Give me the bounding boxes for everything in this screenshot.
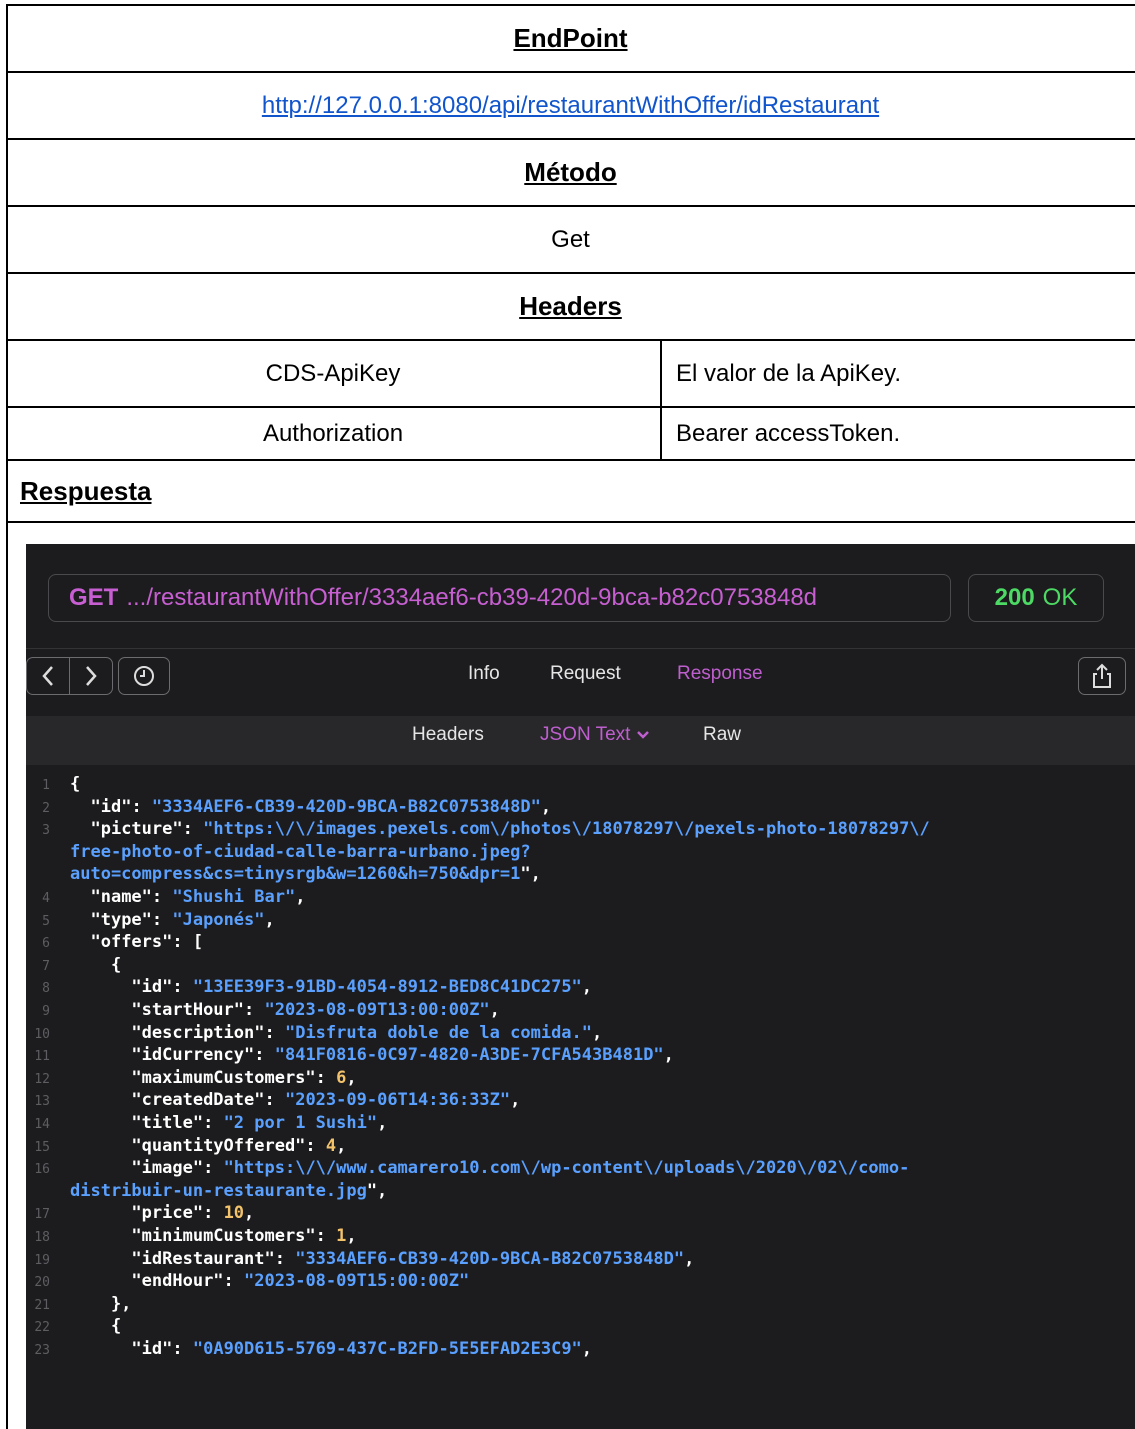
code-text: "id": "0A90D615-5769-437C-B2FD-5E5EFAD2E… (131, 1339, 593, 1359)
method-header: Método (524, 157, 617, 187)
code-text: "title": "2 por 1 Sushi", (131, 1113, 388, 1133)
chevron-left-icon (42, 666, 53, 686)
chevron-down-icon (636, 731, 649, 739)
line-number: 1 (42, 778, 50, 793)
response-screenshot: GET .../restaurantWithOffer/3334aef6-cb3… (26, 544, 1135, 1429)
back-button[interactable] (26, 657, 70, 695)
header-name-cell: CDS-ApiKey (265, 359, 401, 387)
subtab-headers[interactable]: Headers (412, 724, 484, 746)
code-text: "price": 10, (131, 1203, 255, 1224)
line-number: 22 (34, 1320, 50, 1336)
response-header: Respuesta (20, 475, 152, 506)
line-number: 2 (42, 800, 50, 816)
code-text: "offers": [ (90, 932, 204, 953)
table-border (6, 521, 1135, 523)
code-text: "idRestaurant": "3334AEF6-CB39-420D-9BCA… (131, 1248, 695, 1269)
code-text: "type": "Japonés", (90, 909, 275, 930)
line-number: 5 (42, 913, 50, 929)
code-text: "endHour": "2023-08-09T15:00:00Z" (131, 1271, 470, 1292)
code-text: "startHour": "2023-08-09T13:00:00Z", (131, 1000, 500, 1020)
code-text: "picture": "https:\/\/images.pexels.com\… (90, 819, 930, 840)
tab-info[interactable]: Info (468, 663, 500, 685)
tab-request[interactable]: Request (550, 663, 621, 685)
share-button[interactable] (1078, 657, 1126, 695)
forward-button[interactable] (69, 657, 113, 695)
line-number: 14 (34, 1117, 50, 1132)
code-text: distribuir-un-restaurante.jpg", (70, 1180, 388, 1201)
status-code: 200 (994, 584, 1035, 611)
clock-icon (134, 666, 154, 686)
line-number: 16 (34, 1162, 50, 1178)
url-bar[interactable]: GET .../restaurantWithOffer/3334aef6-cb3… (48, 574, 951, 622)
subtab-json-text-label: JSON Text (540, 724, 631, 745)
code-text: "name": "Shushi Bar", (90, 887, 306, 907)
line-number: 3 (42, 823, 50, 839)
code-text: "id": "13EE39F3-91BD-4054-8912-BED8C41DC… (131, 977, 593, 998)
code-text: "idCurrency": "841F0816-0C97-4820-A3DE-7… (131, 1045, 674, 1066)
headers-header: Headers (519, 291, 622, 321)
line-number: 10 (34, 1026, 50, 1042)
status-text: OK (1042, 584, 1078, 611)
history-button[interactable] (118, 657, 170, 695)
line-number: 15 (34, 1139, 50, 1155)
endpoint-url-link[interactable]: http://127.0.0.1:8080/api/restaurantWith… (262, 92, 879, 120)
code-text: "id": "3334AEF6-CB39-420D-9BCA-B82C07538… (90, 796, 552, 817)
line-number: 7 (42, 958, 50, 974)
line-number: 17 (34, 1207, 50, 1223)
header-value-cell: El valor de la ApiKey. (676, 359, 902, 387)
line-number: 12 (34, 1071, 50, 1087)
line-number: 4 (42, 891, 50, 906)
code-text: "description": "Disfruta doble de la com… (131, 1022, 603, 1043)
status-badge: 200 OK (968, 574, 1104, 622)
line-number: 11 (34, 1049, 50, 1065)
code-text: auto=compress&cs=tinysrgb&w=1260&h=750&d… (70, 864, 541, 885)
line-number: 23 (34, 1343, 50, 1358)
code-text: "minimumCustomers": 1, (131, 1226, 357, 1246)
line-number: 18 (34, 1230, 50, 1245)
subtab-raw[interactable]: Raw (703, 724, 741, 746)
share-icon (1093, 663, 1111, 688)
header-value-cell: Bearer accessToken. (676, 419, 901, 447)
line-number: 13 (34, 1094, 50, 1110)
code-text: }, (70, 1293, 132, 1314)
code-text: { (70, 1316, 122, 1337)
line-number: 19 (34, 1252, 50, 1268)
code-text: { (70, 954, 122, 975)
line-number: 21 (34, 1297, 50, 1313)
line-number: 20 (34, 1275, 50, 1291)
chevron-right-icon (86, 666, 97, 686)
code-text: free-photo-of-ciudad-calle-barra-urbano.… (70, 841, 531, 862)
subtab-json-text[interactable]: JSON Text (540, 724, 650, 746)
code-text: "image": "https:\/\/www.camarero10.com\/… (131, 1158, 910, 1179)
code-text: "maximumCustomers": 6, (131, 1067, 357, 1088)
tab-response[interactable]: Response (677, 663, 763, 685)
line-number: 8 (42, 981, 50, 997)
code-text: "createdDate": "2023-09-06T14:36:33Z", (131, 1090, 521, 1111)
code-text: { (70, 774, 81, 794)
code-text: "quantityOffered": 4, (131, 1135, 347, 1156)
divider (26, 648, 1135, 649)
header-name-cell: Authorization (262, 419, 404, 447)
line-number: 6 (42, 936, 50, 952)
request-url: .../restaurantWithOffer/3334aef6-cb39-42… (126, 584, 818, 611)
line-number: 9 (42, 1004, 50, 1019)
endpoint-header: EndPoint (513, 23, 628, 53)
method-value: Get (551, 225, 590, 253)
request-method: GET (69, 584, 119, 611)
